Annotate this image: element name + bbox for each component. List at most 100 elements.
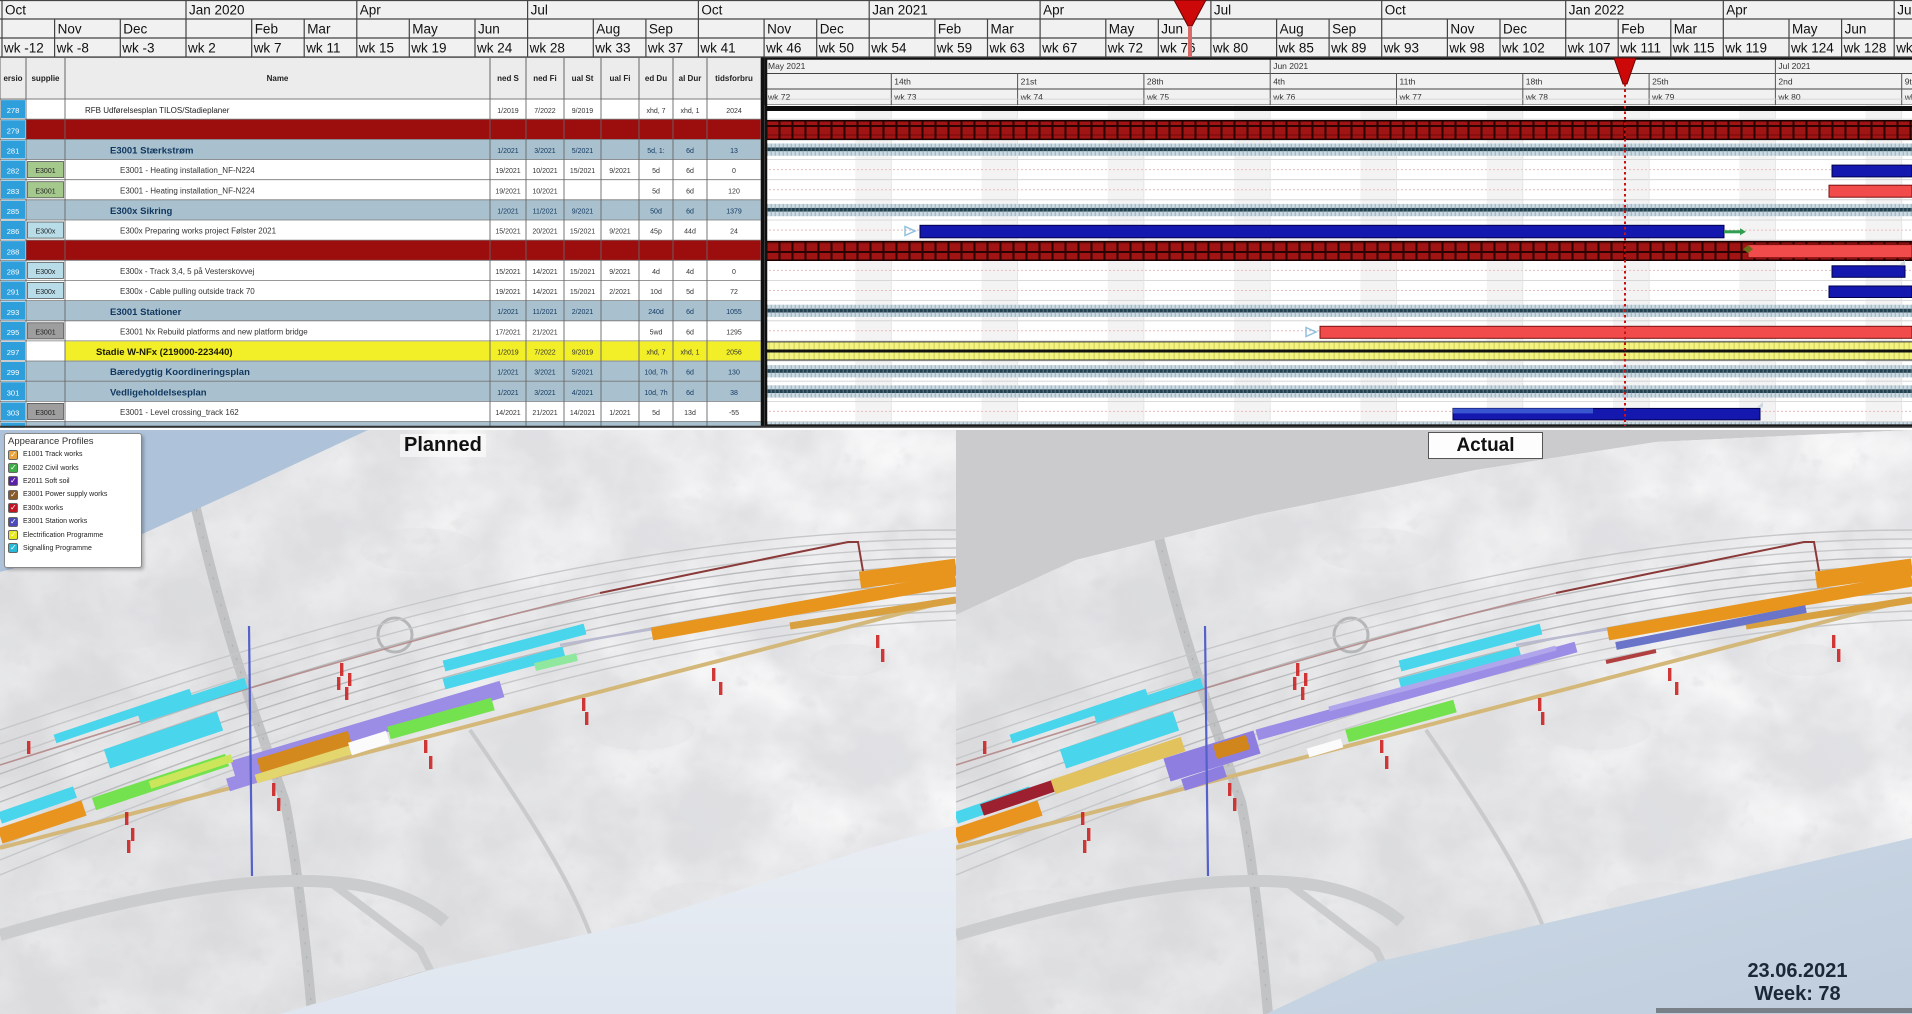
svg-text:Jan 2020: Jan 2020 [189, 3, 245, 18]
svg-text:281: 281 [7, 147, 20, 156]
svg-text:9/2021: 9/2021 [572, 209, 594, 216]
svg-text:120: 120 [728, 188, 740, 195]
svg-text:wk 54: wk 54 [870, 41, 907, 56]
svg-text:wk 72: wk 72 [767, 92, 790, 102]
svg-text:E3001: E3001 [35, 188, 55, 195]
svg-text:wk 46: wk 46 [765, 41, 801, 56]
svg-text:288: 288 [7, 247, 20, 256]
svg-text:14/2021: 14/2021 [495, 410, 520, 417]
svg-text:2024: 2024 [726, 108, 742, 115]
svg-text:wk 80: wk 80 [1777, 92, 1800, 102]
svg-text:10d: 10d [650, 289, 662, 296]
svg-text:wk 111: wk 111 [1619, 41, 1661, 56]
svg-text:21/2021: 21/2021 [532, 329, 557, 336]
svg-text:Feb: Feb [938, 22, 961, 37]
svg-text:6d: 6d [686, 309, 694, 316]
svg-text:24: 24 [730, 229, 738, 236]
svg-text:Jun: Jun [478, 22, 500, 37]
svg-text:289: 289 [7, 267, 20, 276]
svg-text:Dec: Dec [1503, 22, 1527, 37]
svg-text:25th: 25th [1652, 77, 1669, 87]
svg-text:Apr: Apr [1726, 3, 1748, 18]
svg-text:E3001 Nx Rebuild platforms and: E3001 Nx Rebuild platforms and new platf… [120, 327, 308, 336]
svg-text:5/2021: 5/2021 [572, 148, 594, 155]
svg-text:15/2021: 15/2021 [570, 229, 595, 236]
svg-text:14/2021: 14/2021 [532, 289, 557, 296]
svg-text:6d: 6d [686, 209, 694, 216]
svg-text:5d: 5d [686, 289, 694, 296]
svg-text:wk 33: wk 33 [594, 41, 630, 56]
svg-text:Apr: Apr [360, 3, 382, 18]
svg-text:Oct: Oct [1385, 3, 1406, 18]
svg-text:Jan 2021: Jan 2021 [872, 3, 928, 18]
svg-text:wk 11: wk 11 [305, 41, 340, 56]
svg-text:9/2019: 9/2019 [572, 350, 594, 357]
svg-text:wk 85: wk 85 [1278, 41, 1314, 56]
svg-text:wk 72: wk 72 [1107, 41, 1143, 56]
svg-text:E300x Sikring: E300x Sikring [110, 206, 173, 217]
svg-text:Sep: Sep [649, 22, 673, 37]
svg-text:wk 93: wk 93 [1383, 41, 1419, 56]
svg-text:1/2021: 1/2021 [609, 410, 631, 417]
svg-text:wk 102: wk 102 [1501, 41, 1545, 56]
svg-text:38: 38 [730, 390, 738, 397]
svg-text:wk 67: wk 67 [1041, 41, 1077, 56]
svg-text:282: 282 [7, 167, 20, 176]
svg-text:10/2021: 10/2021 [532, 168, 557, 175]
svg-text:10d, 7h: 10d, 7h [644, 370, 667, 377]
svg-text:Jul: Jul [1214, 3, 1231, 18]
svg-text:6d: 6d [686, 390, 694, 397]
svg-text:wk 19: wk 19 [410, 41, 446, 56]
svg-text:14/2021: 14/2021 [570, 410, 595, 417]
svg-text:44d: 44d [684, 229, 696, 236]
svg-text:wk -12: wk -12 [3, 41, 44, 56]
svg-text:May: May [412, 22, 438, 37]
svg-text:E3001: E3001 [35, 168, 55, 175]
svg-text:Dec: Dec [123, 22, 147, 37]
svg-text:xhd, 1: xhd, 1 [680, 108, 699, 115]
svg-text:wk 81: wk 81 [1904, 92, 1912, 102]
svg-text:wk 63: wk 63 [989, 41, 1025, 56]
svg-text:21st: 21st [1021, 77, 1038, 87]
svg-text:293: 293 [7, 308, 20, 317]
svg-text:ual St: ual St [572, 74, 594, 83]
svg-text:5d: 5d [652, 188, 660, 195]
svg-text:0: 0 [732, 269, 736, 276]
svg-text:Name: Name [267, 74, 289, 83]
svg-text:May 2021: May 2021 [768, 61, 806, 71]
svg-text:279: 279 [7, 126, 20, 135]
svg-text:wk 80: wk 80 [1212, 41, 1248, 56]
svg-text:wk 75: wk 75 [1146, 92, 1169, 102]
svg-text:E300x - Cable pulling outside: E300x - Cable pulling outside track 70 [120, 287, 255, 296]
svg-text:Oct: Oct [5, 3, 26, 18]
svg-text:0: 0 [732, 168, 736, 175]
svg-text:285: 285 [7, 207, 20, 216]
svg-text:50d: 50d [650, 209, 662, 216]
svg-text:wk 59: wk 59 [936, 41, 972, 56]
svg-text:5d: 5d [652, 410, 660, 417]
svg-text:wk -3: wk -3 [121, 41, 154, 56]
svg-text:-55: -55 [729, 410, 739, 417]
svg-text:1055: 1055 [726, 309, 742, 316]
svg-text:wk 124: wk 124 [1790, 41, 1834, 56]
svg-text:Bæredygtig Koordineringsplan: Bæredygtig Koordineringsplan [110, 367, 250, 378]
svg-text:10d, 7h: 10d, 7h [644, 390, 667, 397]
svg-text:295: 295 [7, 328, 20, 337]
svg-text:4th: 4th [1273, 77, 1285, 87]
svg-text:xhd, 7: xhd, 7 [646, 108, 665, 115]
svg-text:ed Du: ed Du [645, 74, 667, 83]
svg-text:5/2021: 5/2021 [572, 370, 594, 377]
svg-text:5wd: 5wd [650, 329, 663, 336]
svg-text:7/2022: 7/2022 [534, 108, 556, 115]
svg-text:Apr: Apr [1043, 3, 1065, 18]
svg-text:wk 89: wk 89 [1330, 41, 1366, 56]
svg-text:supplie: supplie [31, 74, 60, 83]
svg-text:Mar: Mar [307, 22, 331, 37]
svg-text:278: 278 [7, 106, 20, 115]
svg-text:286: 286 [7, 227, 20, 236]
svg-text:72: 72 [730, 289, 738, 296]
svg-text:15/2021: 15/2021 [570, 289, 595, 296]
svg-text:19/2021: 19/2021 [495, 168, 520, 175]
svg-text:45p: 45p [650, 229, 662, 236]
svg-text:E300x: E300x [36, 289, 56, 296]
